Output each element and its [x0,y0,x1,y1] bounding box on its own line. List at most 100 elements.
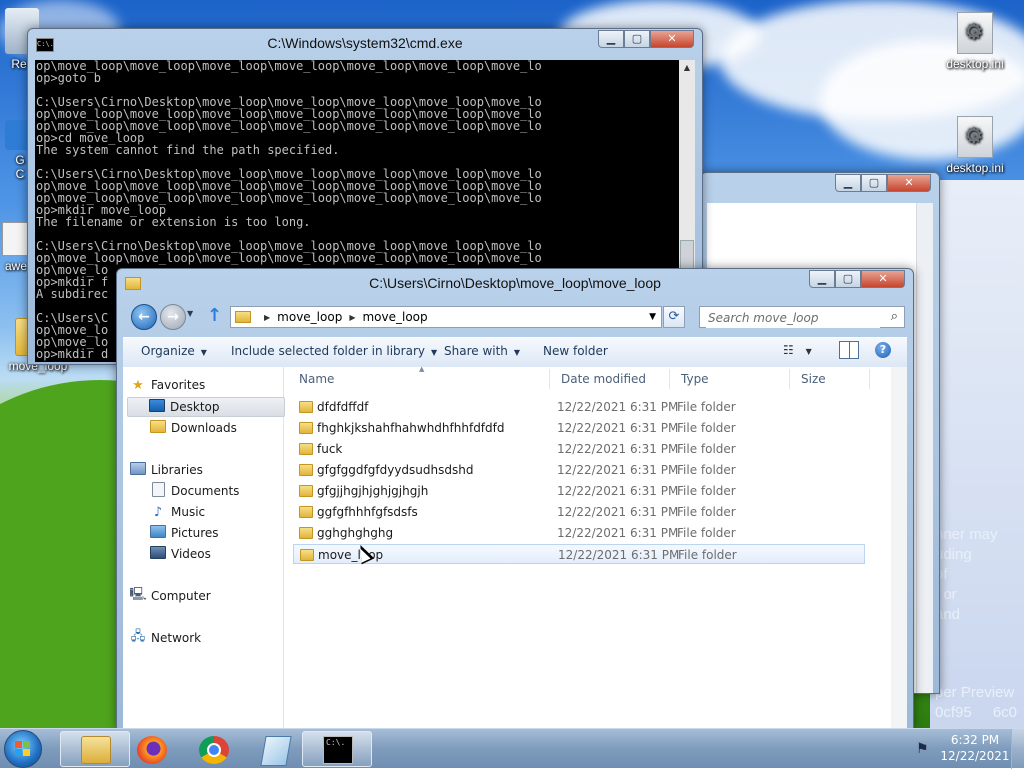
chevron-down-icon: ▼ [513,348,521,357]
clock-time[interactable]: 6:32 PM [940,733,1010,747]
chevron-down-icon: ▼ [430,348,438,357]
vertical-scrollbar[interactable] [916,203,933,693]
cmd-titlebar[interactable]: C:\. C:\Windows\system32\cmd.exe ▁ ▢ ✕ [28,29,702,59]
help-button[interactable]: ? [875,342,891,358]
file-row[interactable]: fhghkjkshahfhahwhdhfhhfdfdfd 12/22/2021 6… [293,418,865,438]
breadcrumb-chevron-icon[interactable]: ▶ [264,313,270,322]
maximize-button[interactable]: ▢ [861,174,887,192]
search-icon[interactable]: ⌕ [891,309,898,324]
back-button[interactable]: ← [131,304,157,330]
file-row[interactable]: gghghghghg 12/22/2021 6:31 PM File folder [293,523,865,543]
maximize-button[interactable]: ▢ [624,30,650,48]
file-row[interactable]: move_loop 12/22/2021 6:31 PM File folder [293,544,865,564]
file-date: 12/22/2021 6:31 PM [557,463,679,477]
file-type: File folder [677,505,736,519]
scroll-up-icon[interactable]: ▲ [679,60,695,76]
address-bar[interactable]: ▶ move_loop ▶ move_loop ▼ [230,306,662,328]
include-in-library-button[interactable]: Include selected folder in library ▼ [231,344,437,358]
file-type: File folder [677,421,736,435]
nav-desktop[interactable]: Desktop [127,397,285,417]
file-type: File folder [677,463,736,477]
taskbar-notepad[interactable] [240,731,310,767]
show-desktop-button[interactable] [1011,729,1024,769]
organize-button[interactable]: Organize ▼ [141,344,207,358]
folder-icon [299,464,313,476]
forward-button[interactable]: → [160,304,186,330]
nav-downloads[interactable]: Downloads [129,418,299,438]
explorer-body: ★ Favorites Desktop Downloads Libraries … [123,365,907,729]
column-divider[interactable] [789,369,790,389]
file-row[interactable]: gfgjjhgjhjghjgjhgjh 12/22/2021 6:31 PM Fil… [293,481,865,501]
minimize-button[interactable]: ▁ [598,30,624,48]
file-row[interactable]: ggfgfhhhfgfsdsfs 12/22/2021 6:31 PM File f… [293,502,865,522]
breadcrumb-chevron-icon[interactable]: ▶ [349,313,355,322]
navigation-pane: ★ Favorites Desktop Downloads Libraries … [123,367,285,729]
up-button[interactable]: ↑ [207,305,222,326]
wallpaper-text: nner may uding of t or and per Preview 0… [935,526,1017,721]
maximize-button[interactable]: ▢ [835,270,861,288]
file-row[interactable]: gfgfggdfgfdyydsudhsdshd 12/22/2021 6:31 P… [293,460,865,480]
file-list[interactable]: ▲ Name Date modified Type Size dfdfdffdf… [293,365,907,729]
file-name: fuck [317,442,343,456]
notification-area: ⚑ 6:32 PM 12/22/2021 [910,729,1024,769]
up-arrow-icon: ↑ [207,305,223,326]
recent-pages-dropdown[interactable]: ▼ [187,309,193,318]
minimize-button[interactable]: ▁ [835,174,861,192]
file-row[interactable]: dfdfdffdf 12/22/2021 6:31 PM File folder [293,397,865,417]
documents-icon [149,481,167,501]
breadcrumb-item[interactable]: move_loop [277,310,342,324]
desktop-icon-desktop-ini-2[interactable]: desktop.ini [935,116,1015,175]
change-view-button[interactable]: ☷ ▼ [783,343,812,357]
nav-videos[interactable]: Videos [129,544,299,564]
search-input[interactable] [706,308,880,328]
taskbar-chrome[interactable] [178,731,248,767]
desktop-icon [148,398,166,416]
explorer-window[interactable]: C:\Users\Cirno\Desktop\move_loop\move_lo… [116,268,914,730]
file-date: 12/22/2021 6:31 PM [558,548,680,562]
nav-network[interactable]: 🖧 Network [129,628,279,648]
star-icon: ★ [132,377,144,393]
nav-documents[interactable]: Documents [129,481,299,501]
action-center-flag-icon[interactable]: ⚑ [916,741,929,757]
window-controls: ▁ ▢ ✕ [809,270,905,288]
close-button[interactable]: ✕ [650,30,694,48]
preview-pane-button[interactable] [839,341,859,359]
column-date-modified[interactable]: Date modified [561,372,646,386]
column-divider[interactable] [869,369,870,389]
new-folder-button[interactable]: New folder [543,344,608,358]
nav-libraries[interactable]: Libraries [129,460,279,480]
explorer-titlebar[interactable]: C:\Users\Cirno\Desktop\move_loop\move_lo… [117,269,913,299]
column-name[interactable]: Name [299,372,334,386]
breadcrumb-item[interactable]: move_loop [362,310,427,324]
refresh-button[interactable]: ⟳ [663,306,685,328]
folder-icon [235,311,251,323]
start-button[interactable] [4,730,42,768]
column-divider[interactable] [669,369,670,389]
file-name: move_loop [318,548,384,562]
nav-music[interactable]: ♪ Music [129,502,299,522]
file-row[interactable]: fuck 12/22/2021 6:31 PM File folder [293,439,865,459]
computer-icon: 🖳 [129,587,147,602]
clock-date[interactable]: 12/22/2021 [940,749,1010,763]
vertical-scrollbar[interactable] [891,367,907,729]
folder-icon [299,527,313,539]
minimize-button[interactable]: ▁ [809,270,835,288]
column-size[interactable]: Size [801,372,826,386]
share-with-button[interactable]: Share with ▼ [444,344,520,358]
nav-pictures[interactable]: Pictures [129,523,299,543]
folder-icon [299,443,313,455]
search-box[interactable]: ⌕ [699,306,905,328]
column-divider[interactable] [549,369,550,389]
nav-favorites[interactable]: ★ Favorites [129,375,279,395]
desktop-icon-desktop-ini-1[interactable]: desktop.ini [935,12,1015,71]
column-type[interactable]: Type [681,372,709,386]
address-dropdown-icon[interactable]: ▼ [649,312,656,322]
close-button[interactable]: ✕ [861,270,905,288]
file-date: 12/22/2021 6:31 PM [557,400,679,414]
taskbar-cmd[interactable]: C:\. [302,731,372,767]
close-button[interactable]: ✕ [887,174,931,192]
nav-computer[interactable]: 🖳 Computer [129,586,279,606]
file-date: 12/22/2021 6:31 PM [557,505,679,519]
back-arrow-icon: ← [138,309,150,325]
sort-ascending-icon: ▲ [419,365,425,373]
